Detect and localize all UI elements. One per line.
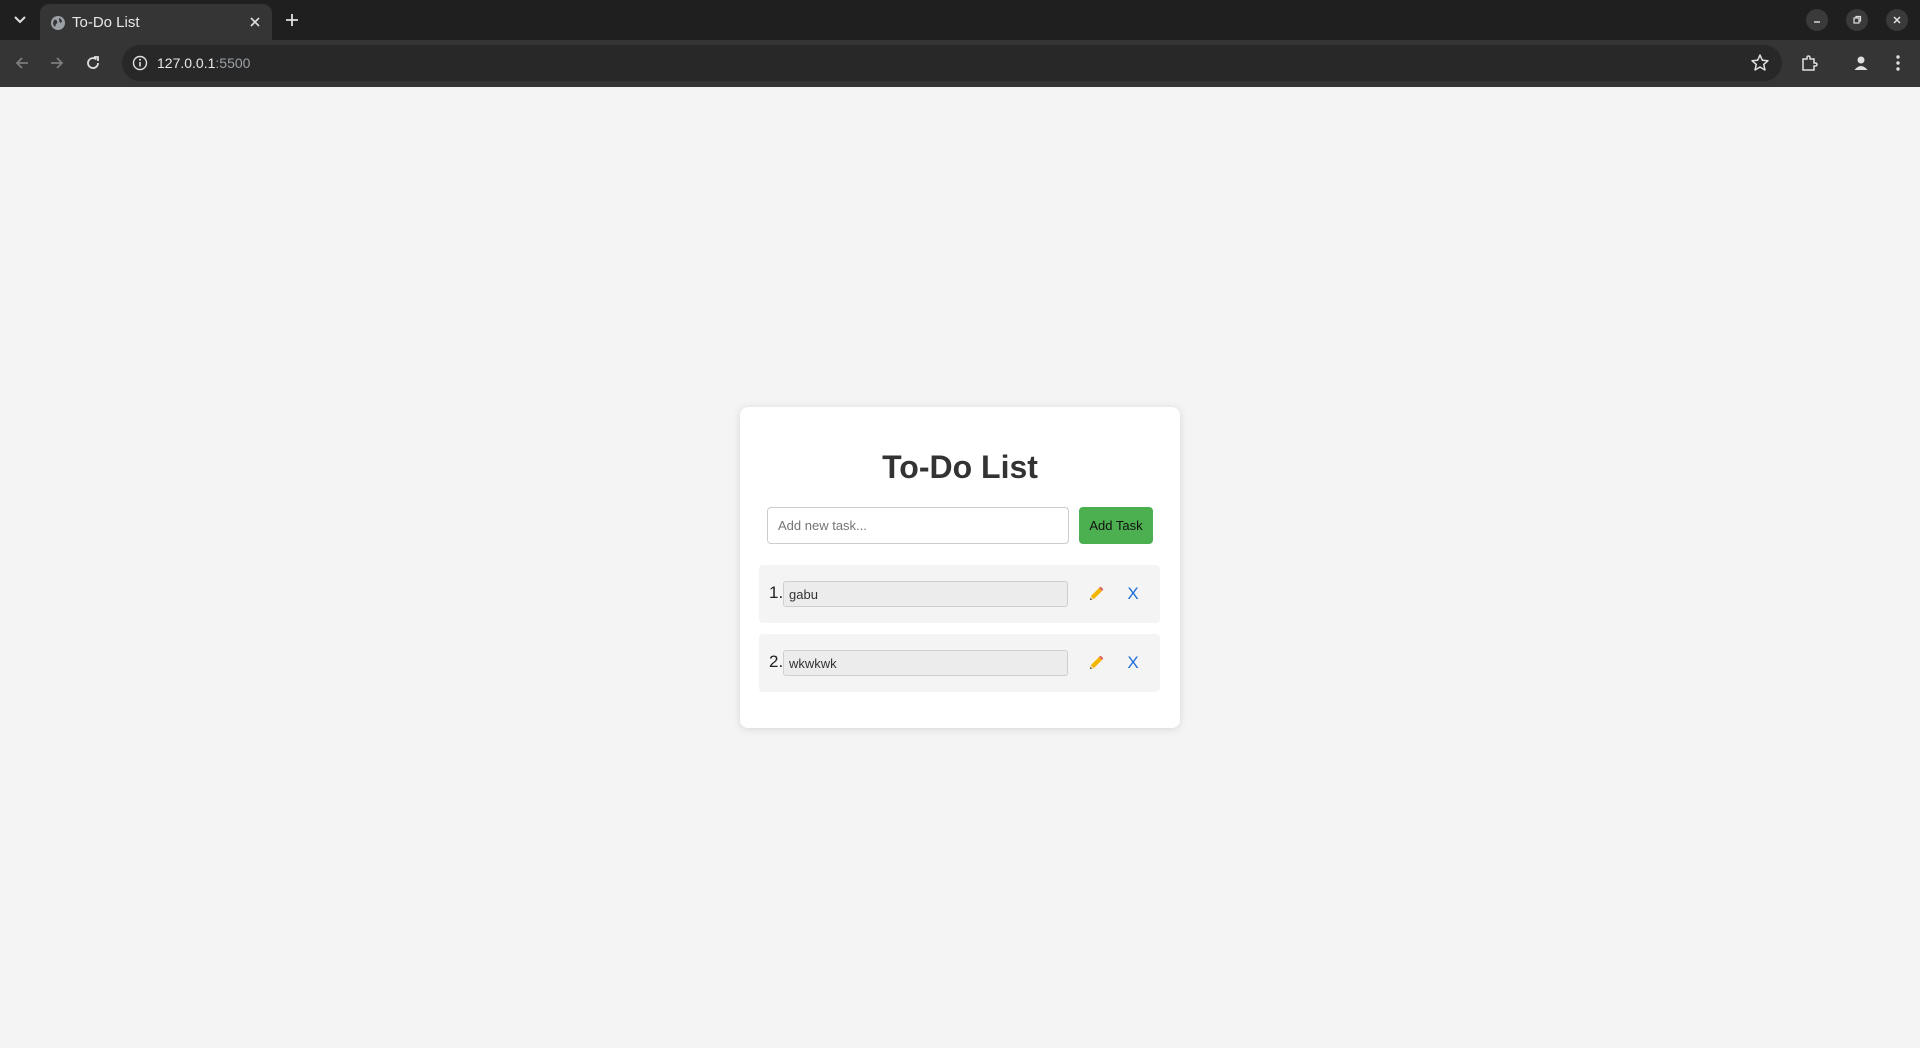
star-icon[interactable] <box>1750 53 1770 73</box>
task-number: 1. <box>769 583 784 602</box>
tab-strip: To-Do List <box>0 0 1920 40</box>
restore-icon[interactable] <box>1846 9 1868 31</box>
minimize-icon[interactable] <box>1806 9 1828 31</box>
delete-button[interactable]: X <box>1123 582 1143 606</box>
add-task-button[interactable]: Add Task <box>1079 507 1153 544</box>
page-title: To-Do List <box>882 449 1038 485</box>
reload-icon[interactable] <box>80 50 106 76</box>
new-task-input[interactable] <box>767 507 1069 544</box>
menu-icon[interactable] <box>1885 50 1911 76</box>
todo-card: To-Do List Add Task 1. X 2. X <box>740 407 1180 728</box>
close-window-icon[interactable] <box>1886 9 1908 31</box>
forward-icon[interactable] <box>44 50 70 76</box>
close-tab-icon[interactable] <box>246 13 264 31</box>
pencil-icon[interactable] <box>1084 651 1108 675</box>
browser-tab[interactable]: To-Do List <box>40 4 272 40</box>
back-icon[interactable] <box>9 50 35 76</box>
profile-icon[interactable] <box>1848 50 1874 76</box>
browser-toolbar: 127.0.0.1:5500 <box>0 40 1920 87</box>
globe-icon <box>51 16 65 30</box>
extensions-icon[interactable] <box>1796 50 1822 76</box>
address-bar[interactable]: 127.0.0.1:5500 <box>122 45 1782 81</box>
task-text-field[interactable] <box>783 581 1068 607</box>
url-text: 127.0.0.1:5500 <box>157 55 251 71</box>
task-text-field[interactable] <box>783 650 1068 676</box>
task-item: 1. X <box>759 565 1160 623</box>
tab-title: To-Do List <box>72 14 140 31</box>
new-tab-plus-icon[interactable] <box>280 8 304 32</box>
info-icon[interactable] <box>132 55 148 71</box>
tab-search-icon[interactable] <box>6 8 34 32</box>
delete-button[interactable]: X <box>1123 651 1143 675</box>
task-item: 2. X <box>759 634 1160 692</box>
pencil-icon[interactable] <box>1084 582 1108 606</box>
task-number: 2. <box>769 652 784 671</box>
